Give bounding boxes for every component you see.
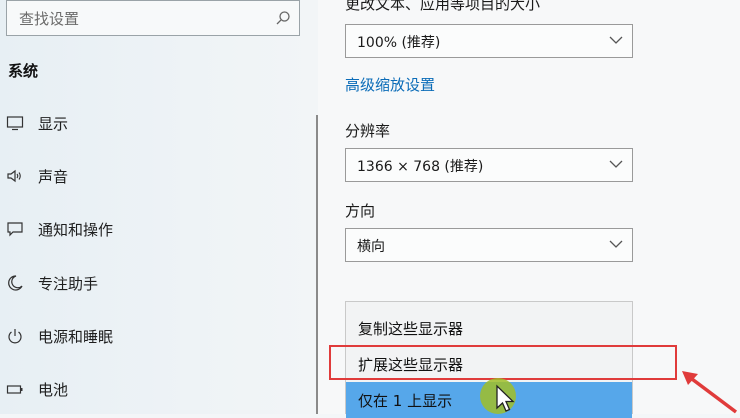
sidebar: 查找设置 系统 显示 声音 通知和操作 专注助手 电源和睡眠 电池 <box>0 0 318 414</box>
orientation-dropdown[interactable]: 横向 <box>345 228 633 262</box>
message-icon <box>7 222 23 237</box>
sidebar-item-sound[interactable]: 声音 <box>0 157 310 197</box>
search-input[interactable]: 查找设置 <box>6 0 300 36</box>
sidebar-item-label: 通知和操作 <box>38 221 114 239</box>
sidebar-item-notifications[interactable]: 通知和操作 <box>0 210 310 250</box>
sidebar-item-power-sleep[interactable]: 电源和睡眠 <box>0 317 310 357</box>
menu-item-label: 仅在 1 上显示 <box>358 392 453 410</box>
chevron-down-icon <box>609 160 623 168</box>
resolution-value: 1366 × 768 (推荐) <box>357 159 484 175</box>
resolution-label: 分辨率 <box>345 122 391 140</box>
section-title: 系统 <box>8 62 39 80</box>
menu-item-label: 复制这些显示器 <box>358 320 464 338</box>
sidebar-item-label: 电池 <box>38 381 69 399</box>
menu-item-duplicate[interactable]: 复制这些显示器 <box>346 310 632 346</box>
resolution-dropdown[interactable]: 1366 × 768 (推荐) <box>345 148 633 182</box>
moon-icon <box>8 275 23 291</box>
search-placeholder: 查找设置 <box>19 10 80 28</box>
advanced-scaling-link[interactable]: 高级缩放设置 <box>345 74 435 95</box>
annotation-arrow-icon <box>682 371 738 414</box>
scale-value: 100% (推荐) <box>357 35 441 51</box>
chevron-down-icon <box>609 36 623 44</box>
search-icon[interactable] <box>275 10 291 26</box>
sidebar-item-label: 显示 <box>38 115 69 133</box>
sidebar-item-focus-assist[interactable]: 专注助手 <box>0 264 310 304</box>
sidebar-item-label: 专注助手 <box>38 275 99 293</box>
scale-dropdown[interactable]: 100% (推荐) <box>345 24 633 58</box>
sidebar-item-display[interactable]: 显示 <box>0 104 310 144</box>
orientation-value: 横向 <box>357 239 385 255</box>
mouse-cursor-icon <box>496 384 515 412</box>
chevron-down-icon <box>609 240 623 248</box>
sidebar-item-label: 声音 <box>38 168 69 186</box>
scale-label: 更改文本、应用等项目的大小 <box>345 0 541 13</box>
monitor-icon <box>6 116 24 131</box>
battery-icon <box>6 385 23 394</box>
annotation-highlight-box <box>329 345 677 380</box>
sidebar-item-battery[interactable]: 电池 <box>0 370 310 410</box>
power-icon <box>8 329 22 344</box>
orientation-label: 方向 <box>345 202 376 220</box>
speaker-icon <box>7 169 21 183</box>
sidebar-item-label: 电源和睡眠 <box>38 328 114 346</box>
